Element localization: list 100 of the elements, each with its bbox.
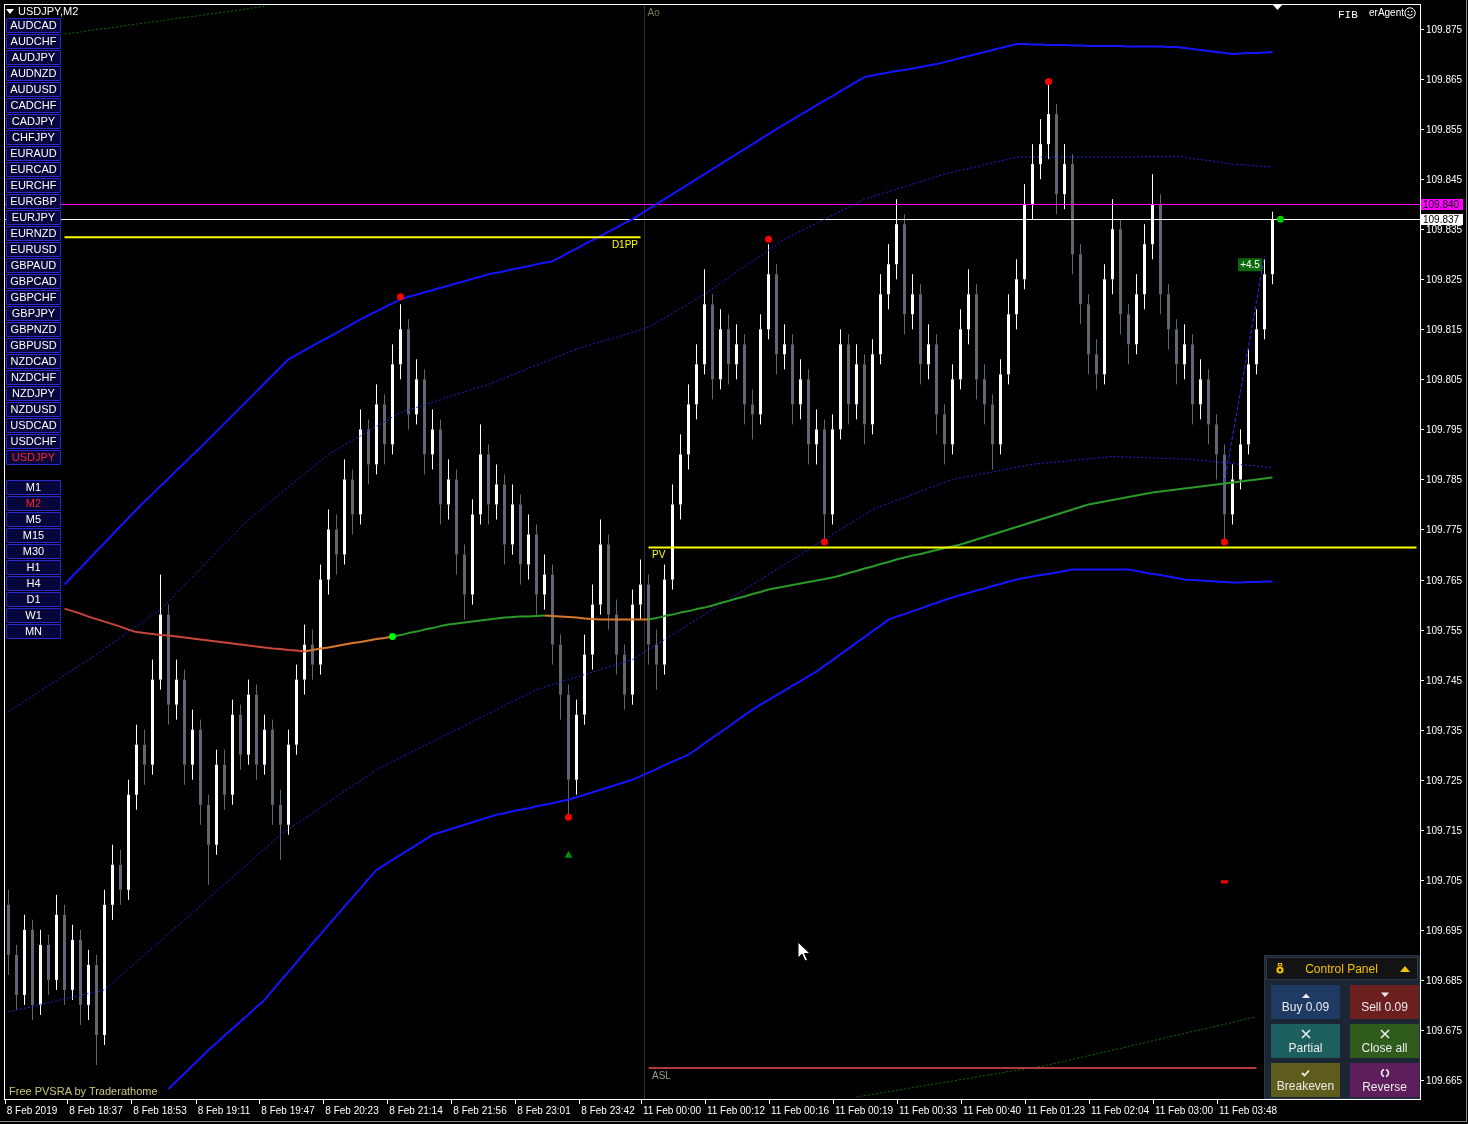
triangle-marker-icon[interactable]: [1273, 5, 1282, 10]
timeframe-button[interactable]: M15: [6, 528, 61, 543]
symbol-button[interactable]: GBPNZD: [6, 322, 61, 337]
bull-candle-body: [135, 744, 138, 795]
symbol-button[interactable]: GBPUSD: [6, 338, 61, 353]
timeframe-button[interactable]: H4: [6, 576, 61, 591]
partial-close-button[interactable]: Partial: [1271, 1024, 1340, 1058]
candle-wick: [88, 949, 89, 965]
price-axis-label: 109.825: [1426, 274, 1463, 285]
buy-button[interactable]: Buy 0.09: [1271, 985, 1340, 1019]
symbol-button[interactable]: NZDCHF: [6, 370, 61, 385]
symbol-button[interactable]: NZDJPY: [6, 386, 61, 401]
candle-wick: [856, 404, 857, 420]
candle-wick: [56, 894, 57, 915]
symbol-button[interactable]: EURUSD: [6, 242, 61, 257]
candle-wick: [16, 944, 17, 955]
candle-wick: [848, 404, 849, 425]
mouse-pointer-icon: [797, 941, 811, 962]
symbol-button[interactable]: USDCAD: [6, 418, 61, 433]
breakeven-button[interactable]: Breakeven: [1271, 1063, 1340, 1097]
candle-wick: [120, 849, 121, 865]
bull-candle-body: [1047, 114, 1050, 145]
symbol-button[interactable]: GBPAUD: [6, 258, 61, 273]
symbol-button[interactable]: USDCHF: [6, 434, 61, 449]
candle-wick: [1224, 514, 1225, 540]
candle-wick: [256, 684, 257, 695]
symbol-button[interactable]: EURAUD: [6, 146, 61, 161]
symbol-button[interactable]: NZDCAD: [6, 354, 61, 369]
candle-wick: [728, 314, 729, 330]
bull-candle-body: [687, 404, 690, 455]
symbol-button[interactable]: EURCHF: [6, 178, 61, 193]
reverse-button[interactable]: Reverse: [1350, 1063, 1419, 1097]
timeframe-button[interactable]: D1: [6, 592, 61, 607]
timeframe-button[interactable]: M30: [6, 544, 61, 559]
symbol-button[interactable]: EURCAD: [6, 162, 61, 177]
timeframe-button[interactable]: M1: [6, 480, 61, 495]
bull-candle-body: [479, 454, 482, 515]
timeframe-button[interactable]: H1: [6, 560, 61, 575]
candle-wick: [888, 294, 889, 310]
symbol-button[interactable]: GBPCAD: [6, 274, 61, 289]
symbol-button[interactable]: CHFJPY: [6, 130, 61, 145]
candle-wick: [1008, 374, 1009, 385]
candle-wick: [88, 1004, 89, 1020]
candle-wick: [880, 274, 881, 295]
bull-candle-body: [599, 544, 602, 605]
bear-candle-body: [935, 344, 938, 415]
symbol-button[interactable]: EURGBP: [6, 194, 61, 209]
candle-wick: [816, 444, 817, 465]
candle-wick: [240, 704, 241, 715]
candle-wick: [616, 654, 617, 675]
candle-wick: [320, 564, 321, 580]
candle-wick: [1072, 254, 1073, 275]
symbol-button[interactable]: AUDCHF: [6, 34, 61, 49]
candle-wick: [808, 369, 809, 380]
symbol-button[interactable]: GBPJPY: [6, 306, 61, 321]
timeframe-button[interactable]: MN: [6, 624, 61, 639]
symbol-button[interactable]: USDJPY: [6, 450, 61, 465]
bear-candle-body: [119, 864, 122, 890]
bull-candle-body: [959, 329, 962, 380]
bull-candle-body: [1239, 444, 1242, 480]
candle-wick: [968, 269, 969, 295]
symbol-button[interactable]: EURJPY: [6, 210, 61, 225]
symbol-button[interactable]: AUDUSD: [6, 82, 61, 97]
symbol-button[interactable]: CADCHF: [6, 98, 61, 113]
timeframe-button[interactable]: M5: [6, 512, 61, 527]
candle-wick: [872, 424, 873, 435]
candle-wick: [472, 499, 473, 515]
symbol-button[interactable]: CADJPY: [6, 114, 61, 129]
candle-wick: [456, 554, 457, 575]
bull-candle-body: [887, 264, 890, 295]
candle-wick: [1216, 454, 1217, 480]
bear-candle-body: [991, 404, 994, 445]
symbol-button[interactable]: EURNZD: [6, 226, 61, 241]
candle-wick: [912, 274, 913, 295]
timeframe-button[interactable]: W1: [6, 608, 61, 623]
symbol-button[interactable]: GBPCHF: [6, 290, 61, 305]
agent-label: erAgent: [1369, 7, 1405, 19]
bull-candle-body: [543, 574, 546, 595]
close-all-button[interactable]: Close all: [1350, 1024, 1419, 1058]
candle-wick: [1064, 144, 1065, 165]
candle-wick: [1216, 414, 1217, 425]
candle-wick: [400, 364, 401, 380]
price-axis-label: 109.835: [1426, 224, 1463, 235]
symbol-button[interactable]: NZDUSD: [6, 402, 61, 417]
candle-wick: [944, 444, 945, 465]
bull-candle-body: [71, 939, 74, 990]
bull-candle-body: [927, 344, 930, 365]
candle-wick: [1080, 304, 1081, 325]
sell-button[interactable]: Sell 0.09: [1350, 985, 1419, 1019]
candle-wick: [1160, 194, 1161, 205]
symbol-button[interactable]: AUDCAD: [6, 18, 61, 33]
candle-wick: [368, 419, 369, 430]
timeframe-button[interactable]: M2: [6, 496, 61, 511]
candle-wick: [352, 469, 353, 480]
caret-down-icon[interactable]: [6, 8, 14, 14]
symbol-button[interactable]: AUDJPY: [6, 50, 61, 65]
candle-wick: [1248, 444, 1249, 455]
candle-wick: [648, 574, 649, 585]
profit-label: +4.5: [1238, 258, 1262, 272]
symbol-button[interactable]: AUDNZD: [6, 66, 61, 81]
